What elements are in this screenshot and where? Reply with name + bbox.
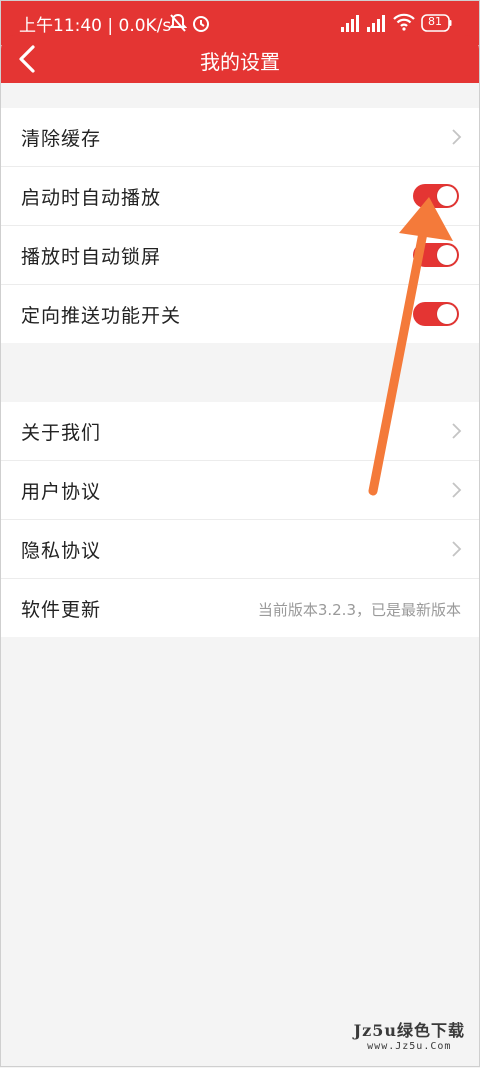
watermark-url: www.Jz5u.Com [367, 1041, 452, 1052]
autoplay-on-start-toggle[interactable] [413, 184, 459, 208]
user-agreement-label: 用户协议 [21, 481, 102, 503]
toggle-knob [437, 186, 457, 206]
header-bar: 我的设置 [1, 35, 479, 83]
watermark: Jz5u绿色下载 www.Jz5u.Com [354, 1017, 465, 1052]
targeted-push-toggle[interactable] [413, 302, 459, 326]
user-agreement-row[interactable]: 用户协议 [1, 461, 479, 520]
software-update-label: 软件更新 [21, 599, 102, 621]
clear-cache-label: 清除缓存 [21, 128, 102, 150]
auto-lock-label: 播放时自动锁屏 [21, 246, 162, 268]
privacy-policy-row[interactable]: 隐私协议 [1, 520, 479, 579]
about-us-label: 关于我们 [21, 422, 102, 444]
toggle-knob [437, 304, 457, 324]
toggle-knob [437, 245, 457, 265]
targeted-push-row: 定向推送功能开关 [1, 285, 479, 343]
battery-level: 81 [428, 15, 442, 28]
targeted-push-label: 定向推送功能开关 [21, 305, 182, 327]
autoplay-on-start-label: 启动时自动播放 [21, 187, 162, 209]
page-title: 我的设置 [200, 50, 280, 74]
auto-lock-row: 播放时自动锁屏 [1, 226, 479, 285]
auto-lock-toggle[interactable] [413, 243, 459, 267]
chevron-right-icon [449, 540, 463, 558]
clear-cache-row[interactable]: 清除缓存 [1, 108, 479, 167]
chevron-right-icon [449, 128, 463, 146]
version-status-text: 当前版本3.2.3，已是最新版本 [257, 601, 461, 619]
chevron-right-icon [449, 422, 463, 440]
about-us-row[interactable]: 关于我们 [1, 402, 479, 461]
chevron-right-icon [449, 481, 463, 499]
autoplay-on-start-row: 启动时自动播放 [1, 167, 479, 226]
status-time-network: 上午11:40 | 0.0K/s [19, 16, 172, 36]
settings-group-1: 清除缓存 启动时自动播放 播放时自动锁屏 定向推送功能开关 [1, 108, 479, 343]
software-update-row[interactable]: 软件更新 当前版本3.2.3，已是最新版本 [1, 579, 479, 637]
watermark-title: Jz5u绿色下载 [353, 1021, 465, 1040]
privacy-policy-label: 隐私协议 [21, 540, 102, 562]
settings-group-2: 关于我们 用户协议 隐私协议 软件更新 当前版本3.2.3，已是最新版本 [1, 402, 479, 637]
